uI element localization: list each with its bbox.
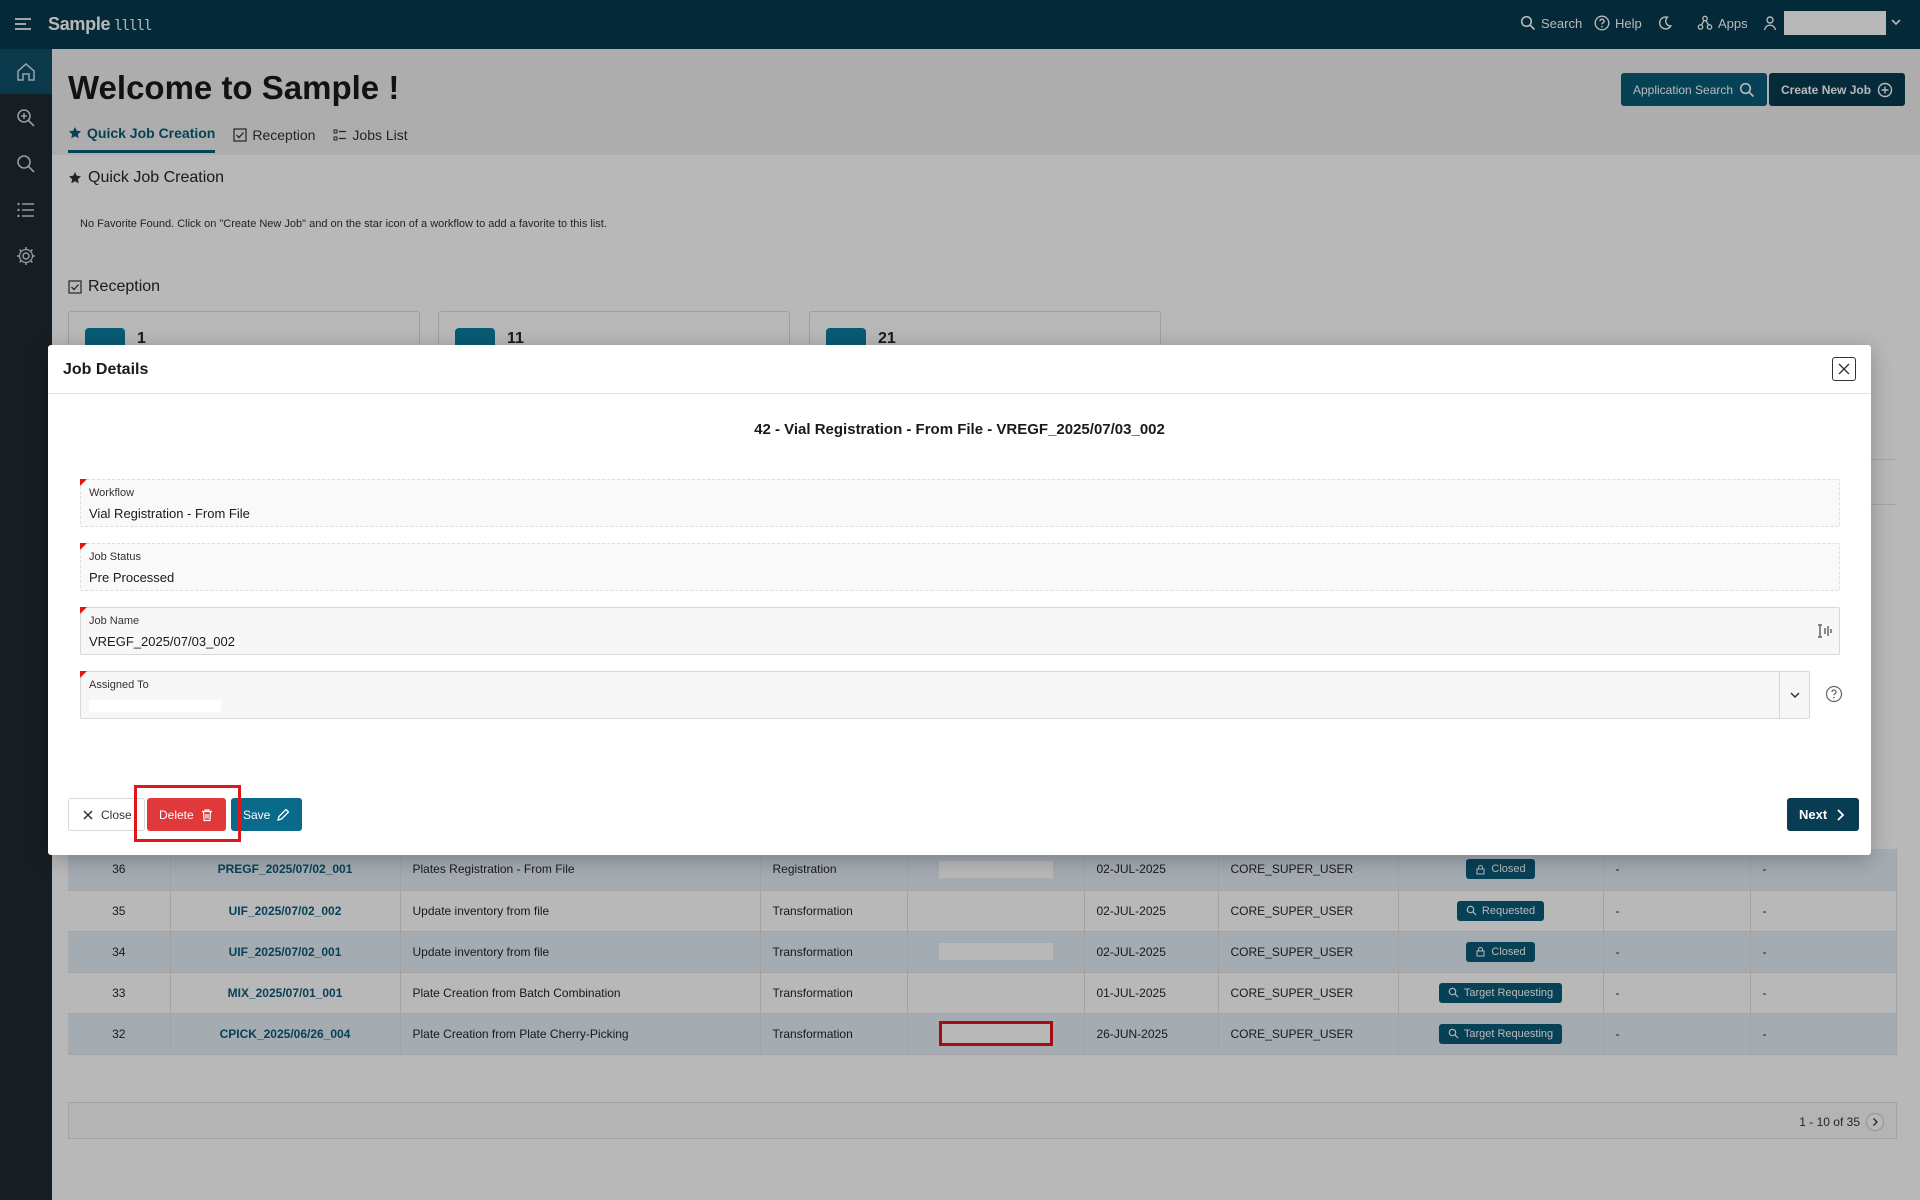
chevron-down-icon [1789,692,1800,699]
field-label: Job Name [89,615,140,627]
job-details-dialog: Job Details 42 - Vial Registration - Fro… [48,345,1871,855]
field-value: Vial Registration - From File [89,506,250,521]
save-button-label: Save [243,807,271,822]
assigned-to-value-redacted[interactable] [89,700,221,712]
chevron-right-icon [1837,808,1845,821]
close-button-label: Close [101,807,132,822]
job-name-input[interactable]: VREGF_2025/07/03_002 [89,634,235,649]
required-marker [80,607,87,614]
workflow-field: Workflow Vial Registration - From File [80,479,1840,527]
delete-highlight-annotation [134,785,241,842]
close-icon [1838,363,1850,375]
required-marker [80,479,87,486]
field-label: Job Status [89,551,141,563]
pencil-icon [277,808,290,821]
job-name-field[interactable]: Job Name VREGF_2025/07/03_002 [80,607,1840,655]
next-button[interactable]: Next [1787,798,1860,831]
field-label: Assigned To [89,679,149,691]
job-status-field: Job Status Pre Processed [80,543,1840,591]
close-icon [83,809,93,820]
text-cursor-icon [1818,624,1832,638]
next-button-label: Next [1799,807,1828,822]
assigned-to-dropdown-button[interactable] [1779,672,1809,718]
dialog-header: Job Details [48,345,1871,394]
field-value: Pre Processed [89,570,175,585]
required-marker [80,671,87,678]
help-icon[interactable] [1825,685,1843,703]
dialog-close-button[interactable] [1832,357,1856,381]
required-marker [80,543,87,550]
assigned-to-field[interactable]: Assigned To [80,671,1810,719]
dialog-title: Job Details [63,361,149,378]
dialog-subtitle: 42 - Vial Registration - From File - VRE… [754,421,1165,438]
save-button[interactable]: Save [231,798,303,831]
field-label: Workflow [89,487,135,499]
